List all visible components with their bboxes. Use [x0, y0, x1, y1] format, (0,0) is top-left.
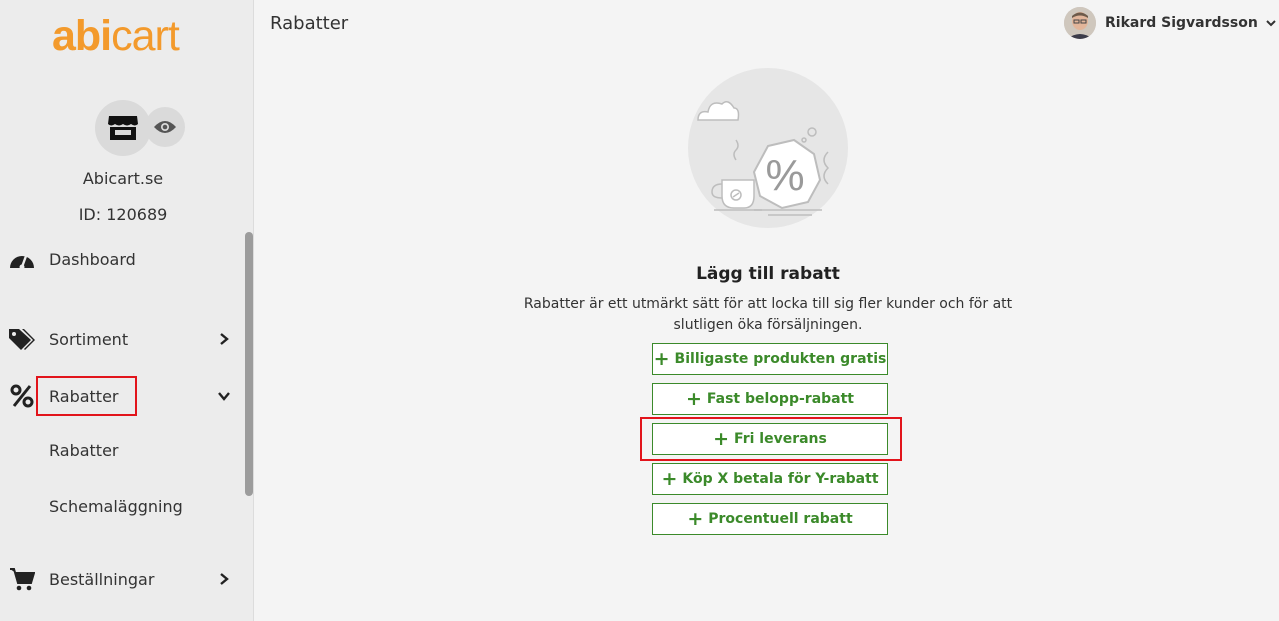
plus-icon: +	[685, 387, 702, 410]
nav-item-dashboard[interactable]: Dashboard	[0, 239, 246, 279]
add-kop-x-betala-for-y-rabatt-button[interactable]: + Köp X betala för Y-rabatt	[652, 463, 888, 495]
store-icon	[108, 116, 138, 140]
shop-id: ID: 120689	[78, 205, 168, 224]
dashboard-icon	[8, 245, 36, 273]
abicart-logo[interactable]: abicart	[52, 12, 180, 61]
logo-text-cart: cart	[111, 12, 180, 60]
logo-text-abi: abi	[52, 12, 112, 60]
user-name: Rikard Sigvardsson	[1105, 15, 1258, 31]
sidebar: abicart Abicart.se ID: 120689 Dashboard	[0, 0, 254, 621]
tags-icon	[8, 325, 36, 353]
sidebar-scrollbar[interactable]	[245, 232, 253, 496]
user-menu[interactable]: Rikard Sigvardsson	[1064, 6, 1276, 40]
nav-item-sortiment[interactable]: Sortiment	[0, 319, 246, 359]
button-label: Köp X betala för Y-rabatt	[682, 471, 879, 487]
discount-illustration: %	[688, 68, 848, 228]
empty-state-title: Lägg till rabatt	[696, 264, 840, 284]
chevron-down-icon	[1266, 20, 1276, 27]
button-label: Fast belopp-rabatt	[706, 391, 854, 407]
highlight-box-rabatter	[36, 376, 137, 416]
sub-item-rabatter[interactable]: Rabatter	[49, 441, 119, 460]
svg-text:%: %	[765, 151, 804, 200]
page-title: Rabatter	[270, 13, 349, 34]
sub-item-schemalaggning[interactable]: Schemaläggning	[49, 497, 183, 516]
nav-label-bestallningar: Beställningar	[49, 569, 155, 589]
plus-icon: +	[687, 507, 704, 530]
button-label: Procentuell rabatt	[708, 511, 853, 527]
chevron-right-icon	[216, 331, 232, 347]
cart-icon	[8, 565, 36, 593]
chevron-right-icon	[216, 571, 232, 587]
add-fast-belopp-rabatt-button[interactable]: + Fast belopp-rabatt	[652, 383, 888, 415]
chevron-down-icon	[216, 388, 232, 404]
add-procentuell-rabatt-button[interactable]: + Procentuell rabatt	[652, 503, 888, 535]
button-label: Billigaste produkten gratis	[674, 351, 887, 367]
nav-label-sortiment: Sortiment	[49, 329, 129, 349]
avatar	[1064, 7, 1096, 39]
plus-icon: +	[661, 467, 678, 490]
eye-icon	[154, 121, 176, 133]
shop-name: Abicart.se	[82, 169, 164, 188]
add-billigaste-produkten-gratis-button[interactable]: + Billigaste produkten gratis	[652, 343, 888, 375]
plus-icon: +	[653, 347, 670, 370]
percent-icon	[8, 382, 36, 410]
store-button[interactable]	[95, 100, 151, 156]
empty-state-description: Rabatter är ett utmärkt sätt för att loc…	[523, 296, 1013, 333]
nav-label-dashboard: Dashboard	[49, 249, 136, 269]
highlight-box-fri-leverans	[640, 417, 902, 461]
preview-store-button[interactable]	[145, 107, 185, 147]
nav-item-bestallningar[interactable]: Beställningar	[0, 559, 246, 599]
